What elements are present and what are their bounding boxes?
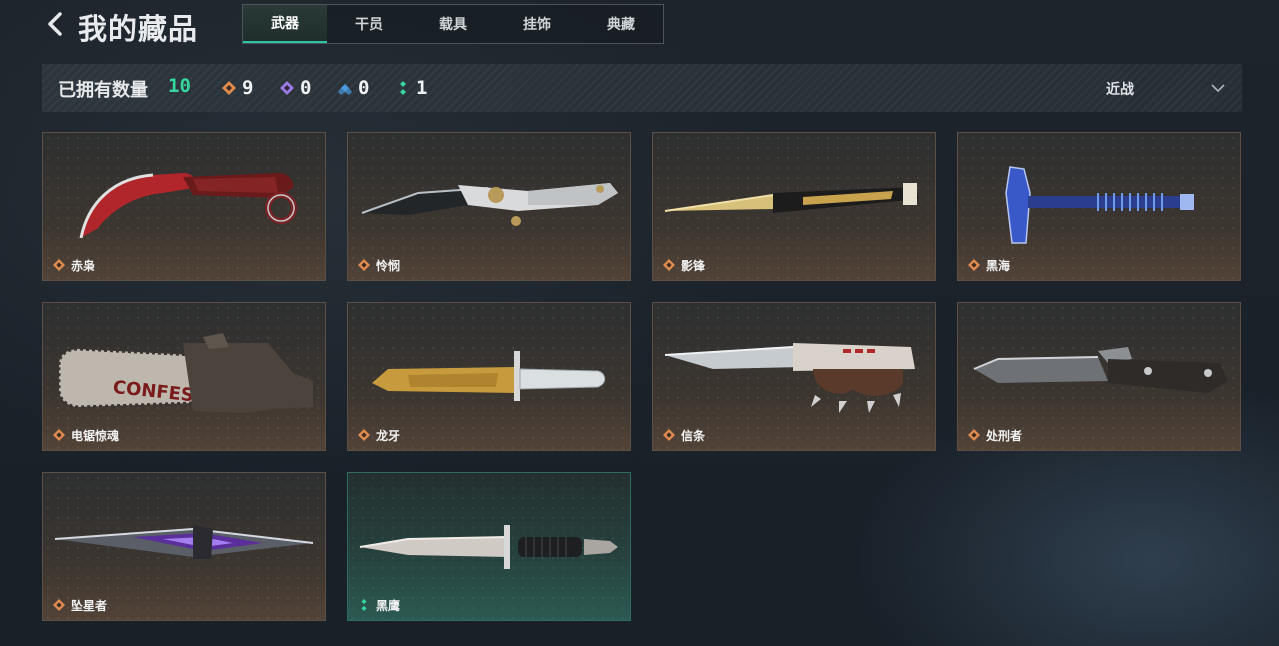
bowie-gold-image: [372, 351, 606, 401]
weapon-name: 电锯惊魂: [71, 429, 120, 443]
weapon-card[interactable]: 坠星者: [42, 472, 326, 621]
weapon-name: 影锋: [681, 259, 706, 273]
chainsaw-image: CONFESS: [57, 333, 313, 413]
weapon-card[interactable]: 信条: [652, 302, 936, 451]
tab-charms[interactable]: 挂饰: [495, 5, 579, 43]
back-arrow-icon: [48, 12, 62, 36]
knife-white-image: [361, 183, 618, 226]
butterfly-gold-image: [664, 183, 919, 213]
dropdown-selected-value: 近战: [1106, 82, 1134, 98]
orange-diamond-icon: [663, 259, 675, 271]
blue-diamond-icon: [338, 84, 352, 95]
rarity-count-value: 0: [358, 77, 370, 99]
rarity-count-value: 9: [242, 77, 254, 99]
rarity-count-blue: 0: [338, 77, 369, 99]
weapon-card[interactable]: 影锋: [652, 132, 936, 281]
weapon-name: 怜悯: [376, 259, 401, 273]
orange-diamond-icon: [53, 599, 65, 611]
owned-count-label: 已拥有数量: [58, 80, 148, 101]
rarity-count-value: 0: [300, 77, 312, 99]
tab-vehicles[interactable]: 载具: [411, 5, 495, 43]
karambit-red-image: [79, 173, 297, 239]
weapon-card[interactable]: 怜悯: [347, 132, 631, 281]
purple-diamond-icon: [280, 81, 294, 95]
weapon-card[interactable]: 黑鹰: [347, 472, 631, 621]
weapon-card[interactable]: 黑海: [957, 132, 1241, 281]
weapon-card[interactable]: 处刑者: [957, 302, 1241, 451]
back-button[interactable]: [44, 10, 68, 38]
weapon-card[interactable]: 龙牙: [347, 302, 631, 451]
rarity-count-green: 1: [396, 77, 427, 99]
green-diamond-icon: [361, 599, 367, 611]
chevron-down-icon: [1211, 84, 1225, 93]
tab-operators[interactable]: 干员: [327, 5, 411, 43]
category-tabs: 武器 干员 载具 挂饰 典藏: [242, 4, 664, 44]
tab-collection[interactable]: 典藏: [579, 5, 663, 43]
rarity-count-orange: 9: [222, 77, 253, 99]
header: 我的藏品 武器 干员 载具 挂饰 典藏: [0, 0, 1279, 56]
weapon-card[interactable]: 赤枭: [42, 132, 326, 281]
orange-diamond-icon: [53, 259, 65, 271]
weapon-name: 黑海: [986, 259, 1011, 273]
rarity-count-purple: 0: [280, 77, 311, 99]
orange-diamond-icon: [358, 429, 370, 441]
green-diamond-icon: [400, 81, 406, 95]
tactical-knife-image: [973, 347, 1228, 393]
weapon-name: 信条: [681, 429, 706, 443]
combat-knife-image: [359, 525, 618, 569]
weapon-name: 黑鹰: [376, 599, 401, 613]
rarity-count-value: 1: [416, 77, 428, 99]
owned-count-value: 10: [168, 75, 191, 97]
orange-diamond-icon: [968, 429, 980, 441]
orange-diamond-icon: [358, 259, 370, 271]
axe-blue-image: [1005, 166, 1194, 244]
ownership-summary-bar: 已拥有数量 10 9 0 0 1 近战: [42, 64, 1242, 112]
tab-weapons[interactable]: 武器: [243, 5, 327, 43]
orange-diamond-icon: [53, 429, 65, 441]
purple-blade-image: [54, 525, 314, 559]
weapon-type-dropdown[interactable]: 近战: [1082, 64, 1242, 112]
page-title: 我的藏品: [78, 12, 199, 46]
trench-knife-image: [664, 343, 915, 413]
orange-diamond-icon: [968, 259, 980, 271]
weapon-name: 龙牙: [376, 429, 401, 443]
weapon-card[interactable]: CONFESS 电锯惊魂: [42, 302, 326, 451]
weapon-name: 赤枭: [71, 259, 96, 273]
weapon-name: 坠星者: [71, 599, 108, 613]
weapon-name: 处刑者: [986, 429, 1023, 443]
orange-diamond-icon: [222, 81, 236, 95]
orange-diamond-icon: [663, 429, 675, 441]
